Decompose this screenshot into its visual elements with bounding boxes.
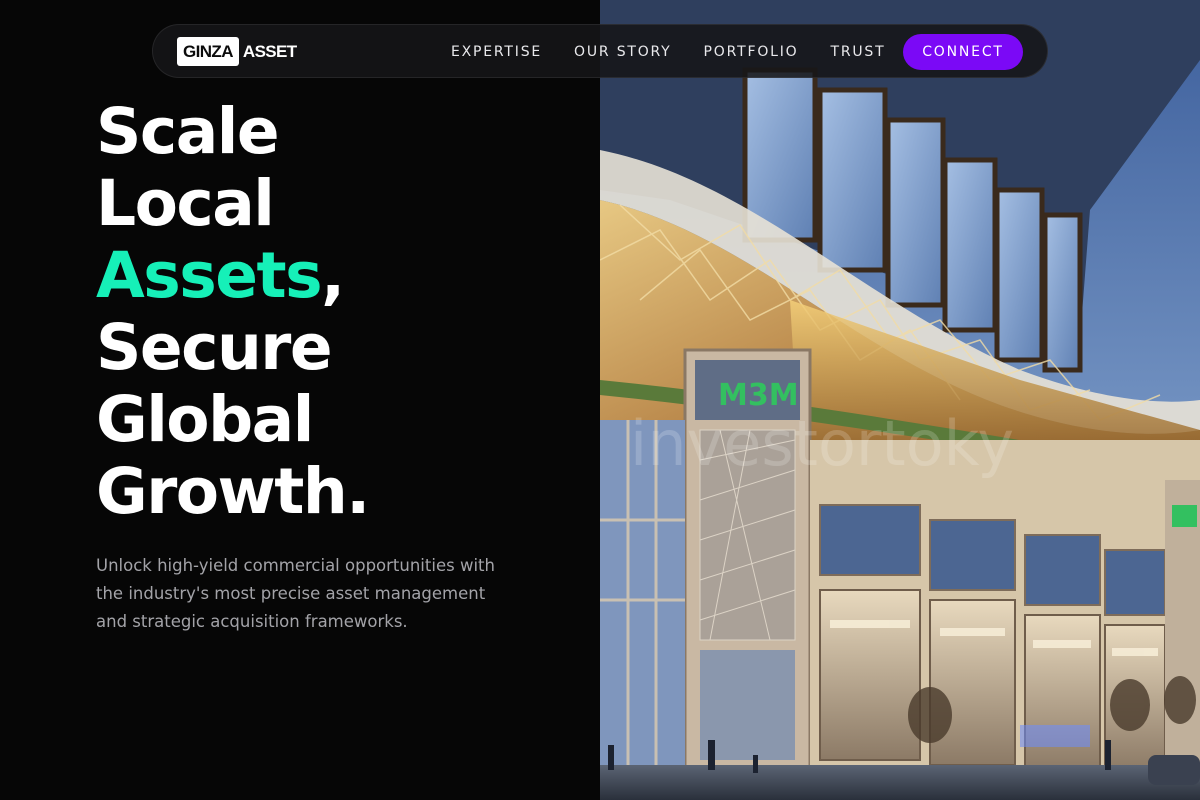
watermark-text: investortoky xyxy=(630,407,1014,480)
headline-line-4: Secure xyxy=(96,311,333,384)
connect-button[interactable]: CONNECT xyxy=(903,34,1023,70)
headline-line-5: Global xyxy=(96,383,314,456)
hero-headline: Scale Local Assets, Secure Global Growth… xyxy=(96,96,576,528)
nav-link-portfolio[interactable]: PORTFOLIO xyxy=(704,44,799,60)
headline-line-3: Assets, xyxy=(96,240,576,312)
nav-link-expertise[interactable]: EXPERTISE xyxy=(451,44,542,60)
nav-link-our-story[interactable]: OUR STORY xyxy=(574,44,672,60)
building-illustration: M3M investortoky xyxy=(600,0,1200,800)
top-navbar: GINZA ASSET EXPERTISE OUR STORY PORTFOLI… xyxy=(152,24,1048,78)
nav-link-trust[interactable]: TRUST xyxy=(831,44,886,60)
hero-subtext: Unlock high-yield commercial opportuniti… xyxy=(96,556,495,631)
headline-accent-word: Assets xyxy=(96,239,323,312)
headline-line-6: Growth. xyxy=(96,455,370,528)
headline-line-1: Scale xyxy=(96,95,280,168)
logo-word: ASSET xyxy=(242,41,297,61)
headline-line-2: Local xyxy=(96,167,275,240)
brand-logo[interactable]: GINZA ASSET xyxy=(177,37,297,66)
nav-links: EXPERTISE OUR STORY PORTFOLIO TRUST xyxy=(451,25,917,79)
headline-comma: , xyxy=(321,239,345,312)
hero-building-image: M3M investortoky xyxy=(600,0,1200,800)
logo-box: GINZA xyxy=(177,37,239,66)
